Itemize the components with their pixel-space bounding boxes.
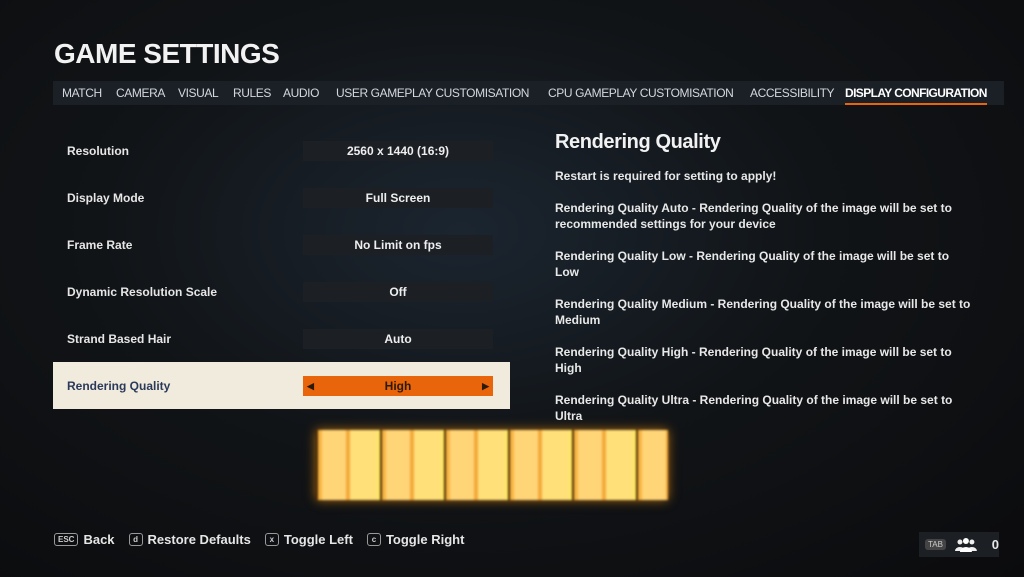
setting-frame-rate[interactable]: Frame Rate No Limit on fps <box>53 221 510 268</box>
setting-value[interactable]: Auto <box>303 328 493 349</box>
description-line: Rendering Quality Ultra - Rendering Qual… <box>555 393 953 423</box>
setting-label: Dynamic Resolution Scale <box>67 284 218 299</box>
description-line: Restart is required for setting to apply… <box>555 169 777 183</box>
setting-value: High <box>384 378 412 393</box>
setting-display-mode[interactable]: Display Mode Full Screen <box>53 174 510 221</box>
description-line: Rendering Quality High - Rendering Quali… <box>555 345 952 375</box>
hint-label: Toggle Right <box>385 532 465 547</box>
setting-resolution[interactable]: Resolution 2560 x 1440 (16:9) <box>53 127 510 174</box>
toggle-right-button[interactable]: c Toggle Right <box>366 532 465 547</box>
setting-rendering-quality[interactable]: Rendering Quality ◀ High ▶ <box>53 362 510 409</box>
tab-rules[interactable]: RULES <box>233 81 271 105</box>
tab-bar: MATCH CAMERA VISUAL RULES AUDIO USER GAM… <box>53 81 1004 105</box>
key-d-icon: d <box>128 533 143 546</box>
tab-match[interactable]: MATCH <box>62 81 102 105</box>
tab-camera[interactable]: CAMERA <box>116 81 165 105</box>
tab-audio[interactable]: AUDIO <box>283 81 319 105</box>
description-title: Rendering Quality <box>555 131 721 153</box>
tab-user-gameplay[interactable]: USER GAMEPLAY CUSTOMISATION <box>336 81 529 105</box>
setting-value[interactable]: 2560 x 1440 (16:9) <box>303 140 493 161</box>
setting-strand-hair[interactable]: Strand Based Hair Auto <box>53 315 510 362</box>
setting-value[interactable]: Full Screen <box>303 187 493 208</box>
hint-label: Back <box>83 532 115 547</box>
tab-accessibility[interactable]: ACCESSIBILITY <box>750 81 835 105</box>
description-panel: Rendering Quality Restart is required fo… <box>555 131 975 440</box>
description-line: Rendering Quality Auto - Rendering Quali… <box>555 201 952 231</box>
arrow-right-icon[interactable]: ▶ <box>482 376 489 396</box>
footer-hints: ESC Back d Restore Defaults x Toggle Left c… <box>54 532 464 547</box>
tab-visual[interactable]: VISUAL <box>178 81 219 105</box>
page-title: GAME SETTINGS <box>54 38 280 69</box>
texture-artifact <box>316 430 668 500</box>
restore-defaults-button[interactable]: d Restore Defaults <box>128 532 251 547</box>
toggle-left-button[interactable]: x Toggle Left <box>264 532 353 547</box>
players-button[interactable]: TAB 0 <box>919 532 999 557</box>
setting-value-selector[interactable]: ◀ High ▶ <box>303 375 493 396</box>
hint-label: Restore Defaults <box>147 532 251 547</box>
setting-label: Resolution <box>67 143 129 158</box>
setting-value[interactable]: Off <box>303 281 493 302</box>
setting-label: Rendering Quality <box>67 378 171 393</box>
arrow-left-icon[interactable]: ◀ <box>307 376 314 396</box>
setting-dynamic-resolution[interactable]: Dynamic Resolution Scale Off <box>53 268 510 315</box>
key-c-icon: c <box>366 533 381 546</box>
back-button[interactable]: ESC Back <box>54 532 115 547</box>
setting-label: Strand Based Hair <box>67 331 172 346</box>
player-count: 0 <box>991 537 999 552</box>
settings-list: Resolution 2560 x 1440 (16:9) Display Mod… <box>53 127 510 409</box>
description-line: Rendering Quality Medium - Rendering Qua… <box>555 297 971 327</box>
key-x-icon: x <box>264 533 279 546</box>
setting-label: Frame Rate <box>67 237 133 252</box>
tab-display-configuration[interactable]: DISPLAY CONFIGURATION <box>845 81 987 105</box>
hint-label: Toggle Left <box>283 532 353 547</box>
setting-label: Display Mode <box>67 190 145 205</box>
tab-cpu-gameplay[interactable]: CPU GAMEPLAY CUSTOMISATION <box>548 81 734 105</box>
setting-value[interactable]: No Limit on fps <box>303 234 493 255</box>
key-esc-icon: ESC <box>54 533 79 546</box>
group-icon <box>954 537 977 552</box>
description-line: Rendering Quality Low - Rendering Qualit… <box>555 249 950 279</box>
key-tab-icon: TAB <box>925 539 946 550</box>
